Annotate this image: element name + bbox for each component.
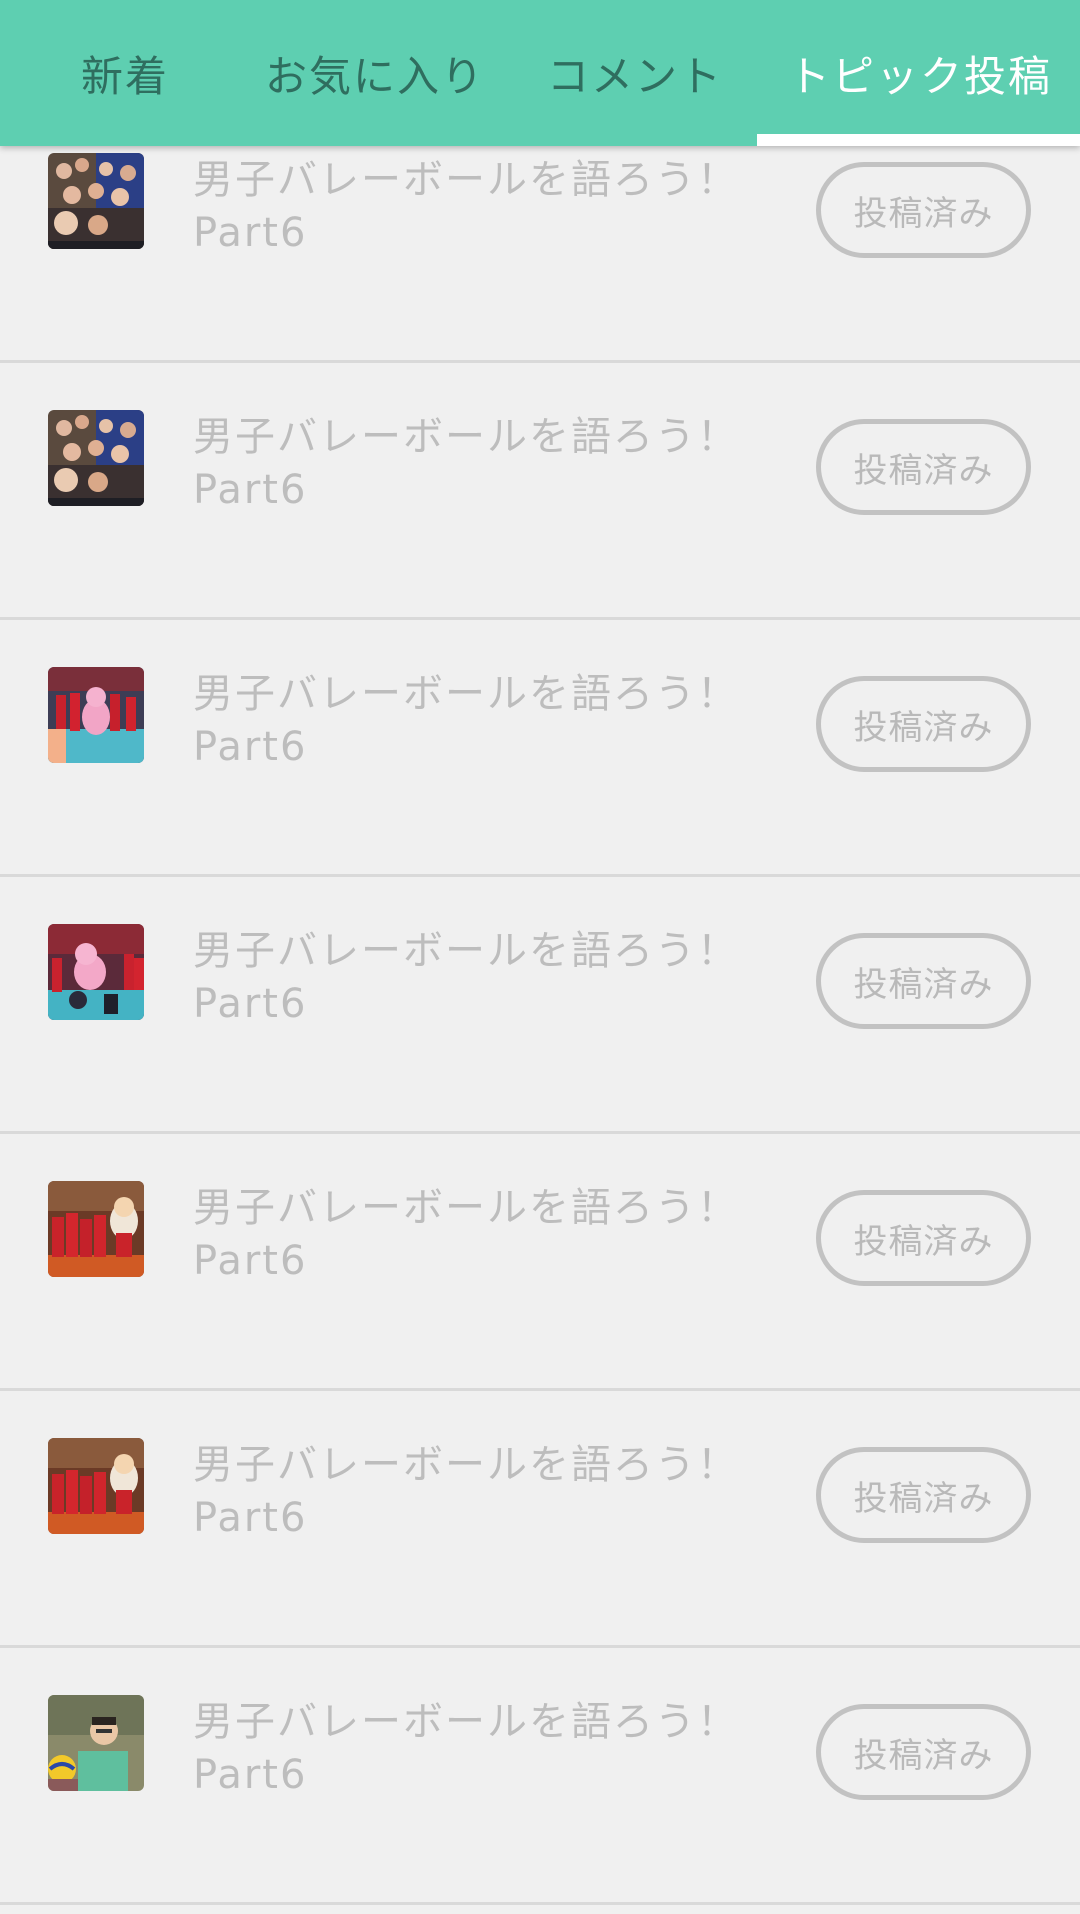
topic-row[interactable]: 男子バレーボールを語ろう！ Part6 投稿済み: [0, 1391, 1080, 1648]
topic-title-line2: Part6: [193, 724, 308, 770]
topic-thumbnail: [48, 667, 144, 763]
posted-status-badge[interactable]: 投稿済み: [816, 1704, 1031, 1800]
topic-row[interactable]: 男子バレーボールを語ろう！ Part6 投稿済み: [0, 877, 1080, 1134]
posted-status-badge[interactable]: 投稿済み: [816, 1190, 1031, 1286]
topic-thumbnail: [48, 1181, 144, 1277]
topic-title-line1: 男子バレーボールを語ろう！: [193, 671, 739, 717]
active-tab-indicator: [757, 134, 1080, 146]
topic-title-line1: 男子バレーボールを語ろう！: [193, 414, 739, 460]
topic-title-line1: 男子バレーボールを語ろう！: [193, 1442, 739, 1488]
tab-new[interactable]: 新着: [50, 0, 200, 146]
topic-row[interactable]: 男子バレーボールを語ろう！ Part6 投稿済み: [0, 363, 1080, 620]
topic-title-line2: Part6: [193, 1752, 308, 1798]
topic-thumbnail: [48, 410, 144, 506]
posted-status-badge[interactable]: 投稿済み: [816, 419, 1031, 515]
tab-bar: 新着 お気に入り コメント トピック投稿: [0, 0, 1080, 146]
topic-title: 男子バレーボールを語ろう！ Part6: [193, 1182, 753, 1288]
tab-favorites[interactable]: お気に入り: [260, 0, 490, 146]
topic-row[interactable]: 男子バレーボールを語ろう！ Part6 投稿済み: [0, 1648, 1080, 1905]
topic-title: 男子バレーボールを語ろう！ Part6: [193, 1439, 753, 1545]
topic-thumbnail: [48, 1438, 144, 1534]
topic-title: 男子バレーボールを語ろう！ Part6: [193, 668, 753, 774]
topic-title-line2: Part6: [193, 981, 308, 1027]
posted-status-badge[interactable]: 投稿済み: [816, 162, 1031, 258]
topic-title-line1: 男子バレーボールを語ろう！: [193, 928, 739, 974]
topic-title-line2: Part6: [193, 1495, 308, 1541]
topic-title: 男子バレーボールを語ろう！ Part6: [193, 154, 753, 260]
topic-title-line1: 男子バレーボールを語ろう！: [193, 1699, 739, 1745]
topic-title-line1: 男子バレーボールを語ろう！: [193, 1185, 739, 1231]
posted-status-badge[interactable]: 投稿済み: [816, 676, 1031, 772]
topic-thumbnail: [48, 924, 144, 1020]
topic-title-line2: Part6: [193, 210, 308, 256]
tab-topic-posts[interactable]: トピック投稿: [775, 0, 1065, 146]
tab-comments[interactable]: コメント: [540, 0, 730, 146]
posted-status-badge[interactable]: 投稿済み: [816, 1447, 1031, 1543]
topic-thumbnail: [48, 1695, 144, 1791]
topic-title: 男子バレーボールを語ろう！ Part6: [193, 411, 753, 517]
topic-title: 男子バレーボールを語ろう！ Part6: [193, 1696, 753, 1802]
topic-thumbnail: [48, 153, 144, 249]
topic-title: 男子バレーボールを語ろう！ Part6: [193, 925, 753, 1031]
posted-status-badge[interactable]: 投稿済み: [816, 933, 1031, 1029]
topic-title-line2: Part6: [193, 1238, 308, 1284]
topic-row[interactable]: 男子バレーボールを語ろう！ Part6 投稿済み: [0, 620, 1080, 877]
topic-title-line1: 男子バレーボールを語ろう！: [193, 157, 739, 203]
topic-title-line2: Part6: [193, 467, 308, 513]
topic-row[interactable]: 男子バレーボールを語ろう！ Part6 投稿済み: [0, 1134, 1080, 1391]
